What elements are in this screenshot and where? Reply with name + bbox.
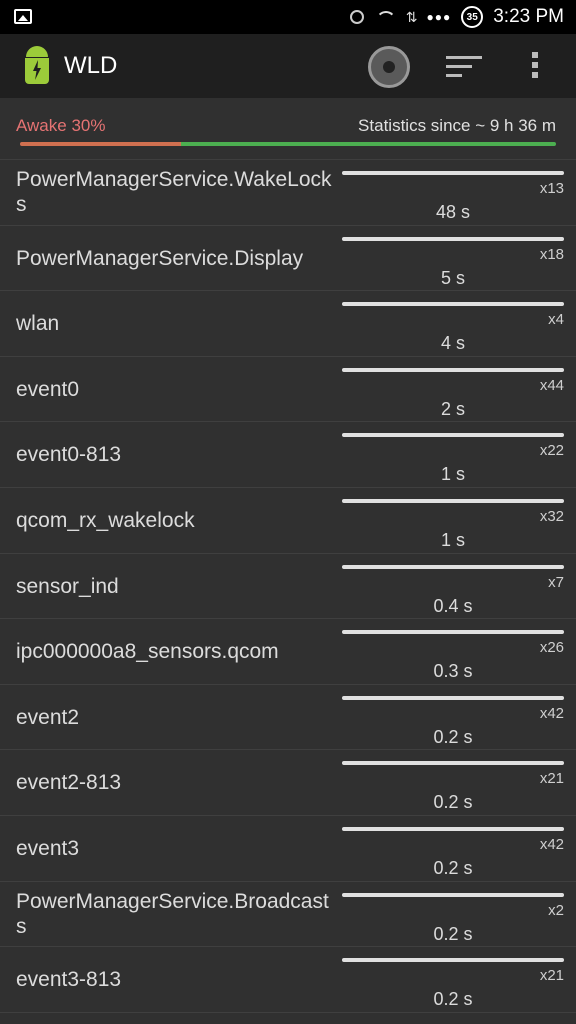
wakelock-count: x26	[539, 639, 564, 657]
wakelock-duration-bar	[342, 630, 564, 635]
wakelock-row[interactable]: event0-813 x22 1 s	[0, 422, 576, 488]
wakelock-duration-bar	[342, 171, 564, 175]
wakelock-row[interactable]: PowerManagerService.Display x18 5 s	[0, 226, 576, 292]
wakelock-count: x42	[539, 835, 564, 853]
wakelock-row[interactable]: event0 x44 2 s	[0, 357, 576, 423]
wakelock-name: ipc000000a8_sensors.qcom	[16, 640, 279, 664]
wakelock-duration: 48 s	[435, 202, 471, 222]
wakelock-row[interactable]: event2-813 x21 0.2 s	[0, 750, 576, 816]
wakelock-count: x7	[548, 573, 564, 591]
wakelock-name: qcom_rx_wakelock	[16, 508, 195, 532]
app-title: WLD	[64, 52, 118, 79]
battery-icon: 35	[461, 6, 484, 28]
gallery-notification-icon	[14, 9, 32, 24]
overflow-menu-button[interactable]	[532, 52, 542, 82]
wakelock-duration: 0.2 s	[433, 989, 473, 1010]
wakelock-row[interactable]: ipc000000a8_sensors.qcom x26 0.3 s	[0, 619, 576, 685]
awake-summary: Awake 30% Statistics since ~ 9 h 36 m	[0, 98, 576, 160]
wakelock-duration: 5 s	[440, 267, 465, 288]
wakelock-count: x22	[539, 442, 564, 460]
app-logo-icon	[24, 46, 50, 86]
wakelock-duration: 0.2 s	[433, 857, 473, 878]
wakelock-duration: 0.2 s	[433, 726, 473, 747]
wakelock-row[interactable]: qcom_rx_wakelock x32 1 s	[0, 488, 576, 554]
signal-strength-dots-icon: ●●●	[426, 10, 452, 24]
wakelock-duration: 0.2 s	[433, 923, 473, 944]
wakelock-duration-bar	[342, 433, 564, 438]
wakelock-count: x21	[539, 967, 564, 985]
wakelock-row[interactable]: sensor_ind x7 0.4 s	[0, 554, 576, 620]
signal-icon: ⇅	[405, 8, 418, 25]
wakelock-row[interactable]: PowerManagerService.WakeLocks x13 48 s	[0, 160, 576, 226]
sort-button[interactable]	[446, 56, 482, 84]
wakelock-duration-bar	[342, 302, 564, 307]
app-toolbar: WLD	[0, 34, 576, 98]
wakelock-row[interactable]: event3 x42 0.2 s	[0, 816, 576, 882]
wakelock-duration: 1 s	[440, 464, 465, 485]
wakelock-duration: 4 s	[440, 333, 465, 354]
wakelock-duration: 0.4 s	[433, 595, 473, 616]
wakelock-name: event3	[16, 836, 80, 860]
wakelock-name: event2	[16, 705, 80, 729]
wakelock-duration: 1 s	[440, 529, 465, 550]
wakelock-count: x13	[539, 180, 564, 197]
wakelock-count: x42	[539, 704, 564, 722]
wakelock-count: x2	[548, 901, 564, 919]
wakelock-duration-bar	[342, 892, 564, 897]
wakelock-name: event0-813	[16, 443, 122, 467]
wakelock-name: PowerManagerService.WakeLocks	[16, 168, 332, 216]
wakelock-duration-bar	[342, 695, 564, 700]
wakelock-duration: 2 s	[440, 398, 465, 419]
wakelock-name: event2-813	[16, 771, 122, 795]
asleep-segment	[180, 142, 556, 146]
wakelock-row[interactable]: event3-813 x21 0.2 s	[0, 947, 576, 1013]
wakelock-duration-bar	[342, 564, 564, 569]
wakelock-duration: 0.3 s	[433, 661, 473, 682]
wakelock-name: event0	[16, 377, 80, 401]
statistics-since: Statistics since ~ 9 h 36 m	[358, 116, 556, 135]
wifi-icon	[374, 10, 396, 24]
wakelock-row[interactable]: wlan x4 4 s	[0, 291, 576, 357]
alarm-icon	[349, 10, 364, 24]
wakelock-count: x32	[539, 507, 564, 525]
wakelock-duration-bar	[342, 498, 564, 503]
clock: 3:23 PM	[493, 6, 564, 27]
wakelock-name: event3-813	[16, 968, 122, 992]
wakelock-count: x18	[539, 245, 564, 263]
wakelock-duration-bar	[342, 236, 564, 241]
awake-segment	[20, 142, 181, 146]
wakelock-duration-bar	[342, 761, 564, 766]
wakelock-duration-bar	[342, 826, 564, 831]
wakelock-count: x4	[548, 311, 564, 329]
wakelock-name: PowerManagerService.Display	[16, 246, 304, 270]
wakelock-count: x21	[539, 770, 564, 788]
status-bar: ⇅ ●●● 35 3:23 PM	[0, 0, 576, 34]
awake-progress-bar	[20, 142, 556, 146]
wakelock-row[interactable]: event2 x42 0.2 s	[0, 685, 576, 751]
wakelock-duration-bar	[342, 367, 564, 372]
wakelock-count: x44	[539, 376, 564, 394]
wakelock-duration: 0.2 s	[433, 792, 473, 813]
wakelock-row[interactable]: PowerManagerService.Broadcasts x2 0.2 s	[0, 882, 576, 948]
record-button[interactable]	[368, 46, 410, 88]
wakelock-name: PowerManagerService.Broadcasts	[16, 889, 329, 938]
wakelock-list[interactable]: PowerManagerService.WakeLocks x13 48 s Powe…	[0, 160, 576, 1013]
wakelock-name: sensor_ind	[16, 574, 119, 598]
wakelock-name: wlan	[16, 312, 60, 336]
awake-percentage: Awake 30%	[16, 116, 106, 135]
wakelock-duration-bar	[342, 958, 564, 963]
